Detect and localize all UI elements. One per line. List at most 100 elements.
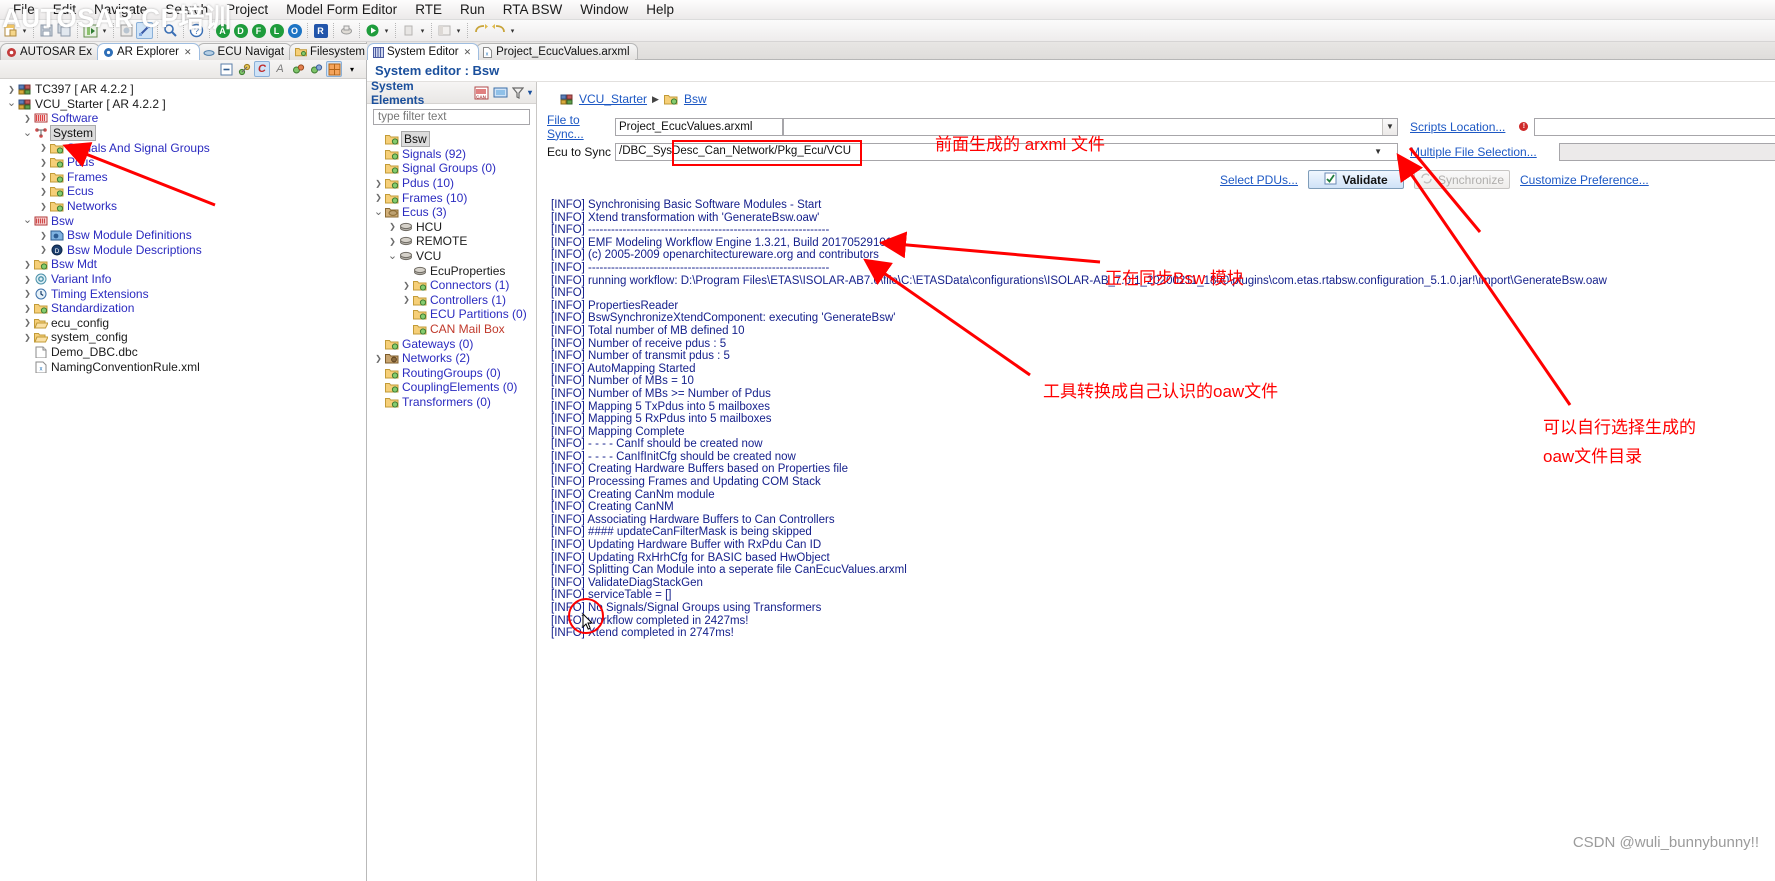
grid-icon[interactable] (326, 61, 342, 77)
scripts-location-link[interactable]: Scripts Location... (1410, 120, 1505, 134)
filter-input[interactable]: type filter text (373, 109, 530, 125)
tree-item[interactable]: ⌄System (0, 126, 366, 141)
tree-item[interactable]: ❯Frames (0, 170, 366, 185)
chevron-down-icon[interactable]: ▼ (1382, 119, 1397, 135)
tab-ecu-navigat[interactable]: ECU Navigat (197, 43, 292, 60)
search-icon[interactable] (162, 22, 179, 39)
nav-dropdown-arrow[interactable]: ▾ (508, 27, 517, 35)
chevron-down-icon[interactable]: ⌄ (22, 129, 33, 138)
profile-icon[interactable] (400, 22, 417, 39)
tree-item[interactable]: ❯Frames (10) (371, 190, 536, 205)
tree-item[interactable]: CAN Mail Box (371, 322, 536, 337)
view-menu-arrow-icon[interactable]: ▾ (344, 61, 360, 77)
breadcrumb-link-bsw[interactable]: Bsw (684, 92, 707, 106)
ar-explorer-tree[interactable]: ❯TC397 [ AR 4.2.2 ]⌄VCU_Starter [ AR 4.2… (0, 79, 366, 881)
menu-item-window[interactable]: Window (571, 0, 637, 19)
explorer-view-toolbar[interactable]: C A ▾ (0, 60, 366, 79)
tree-item[interactable]: ⌄Ecus (3) (371, 205, 536, 220)
monitor-icon[interactable] (493, 86, 508, 100)
can-icon[interactable]: CAN (474, 86, 489, 100)
chevron-right-icon[interactable]: ❯ (38, 245, 49, 254)
chevron-right-icon[interactable]: ❯ (387, 237, 398, 246)
chevron-right-icon[interactable]: ❯ (22, 260, 33, 269)
chevron-right-icon[interactable]: ❯ (38, 202, 49, 211)
tree-item[interactable]: ❯Timing Extensions (0, 286, 366, 301)
chevron-right-icon[interactable]: ❯ (22, 275, 33, 284)
tree-item[interactable]: ❯Signals And Signal Groups (0, 140, 366, 155)
chevron-right-icon[interactable]: ❯ (38, 187, 49, 196)
l-module-icon[interactable]: L (268, 22, 285, 39)
tab-autosar-ex[interactable]: AUTOSAR Ex (0, 43, 100, 60)
chevron-right-icon[interactable]: ❯ (373, 179, 384, 188)
new-icon[interactable] (2, 22, 19, 39)
menu-item-rta-bsw[interactable]: RTA BSW (494, 0, 572, 19)
tree-item[interactable]: Gateways (0) (371, 336, 536, 351)
chevron-right-icon[interactable]: ❯ (38, 231, 49, 240)
chevron-down-icon[interactable]: ⌄ (6, 99, 17, 108)
help-icon[interactable]: ? (188, 22, 205, 39)
tree-item[interactable]: Transformers (0) (371, 395, 536, 410)
a-module-icon[interactable]: A (214, 22, 231, 39)
multiple-file-selection-link[interactable]: Multiple File Selection... (1410, 145, 1537, 159)
save-icon[interactable] (38, 22, 55, 39)
validate-button[interactable]: Validate (1308, 170, 1404, 189)
f-module-icon[interactable]: F (250, 22, 267, 39)
select-pdus-link[interactable]: Select PDUs... (1220, 173, 1298, 187)
tree-item[interactable]: ❯Bsw Mdt (0, 257, 366, 272)
tree-item[interactable]: xNamingConventionRule.xml (0, 359, 366, 374)
chevron-right-icon[interactable]: ❯ (373, 354, 384, 363)
tree-item[interactable]: ❯ecu_config (0, 316, 366, 331)
tree-item[interactable]: ⌄VCU (371, 249, 536, 264)
chevron-down-icon[interactable]: ⌄ (387, 252, 398, 261)
chevron-down-icon[interactable]: ⌄ (373, 208, 384, 217)
editor-tab-strip[interactable]: System Editor✕xProject_EcucValues.arxml▁… (367, 42, 1775, 60)
menu-item-edit[interactable]: Edit (44, 0, 85, 19)
chevron-down-icon[interactable]: ▼ (1374, 144, 1382, 160)
tree-item[interactable]: ❯REMOTE (371, 234, 536, 249)
o-module-icon[interactable]: O (286, 22, 303, 39)
close-icon[interactable]: ✕ (184, 47, 192, 58)
tree-item[interactable]: CouplingElements (0) (371, 380, 536, 395)
link-editor-icon[interactable] (136, 22, 153, 39)
tree-item[interactable]: ❯Ecus (0, 184, 366, 199)
ecu-extract-icon[interactable] (338, 22, 355, 39)
chevron-down-icon[interactable]: ⌄ (22, 216, 33, 225)
tree-item[interactable]: RoutingGroups (0) (371, 366, 536, 381)
tab-ar-explorer[interactable]: AR Explorer✕ (97, 43, 200, 60)
run-dropdown-arrow[interactable]: ▾ (382, 27, 391, 35)
breadcrumb[interactable]: VCU_Starter▶Bsw (559, 92, 1775, 106)
tree-item[interactable]: ❯system_config (0, 330, 366, 345)
chevron-right-icon[interactable]: ❯ (22, 318, 33, 327)
menu-item-run[interactable]: Run (451, 0, 494, 19)
left-tab-strip[interactable]: AUTOSAR ExAR Explorer✕ECU NavigatFilesys… (0, 42, 366, 60)
tree-item[interactable]: ❯Bsw Module Definitions (0, 228, 366, 243)
breadcrumb-link-vcu_starter[interactable]: VCU_Starter (579, 92, 647, 106)
a-filter-icon[interactable]: A (272, 61, 288, 77)
tree-item[interactable]: ❯Software (0, 111, 366, 126)
tree-item[interactable]: ❯Networks (0, 199, 366, 214)
chevron-right-icon[interactable]: ❯ (38, 172, 49, 181)
menu-bar[interactable]: FileEditNavigateSearchProjectModel Form … (0, 0, 1775, 20)
system-elements-tree[interactable]: BswSignals (92)Signal Groups (0)❯Pdus (1… (367, 129, 536, 881)
new-dropdown-arrow[interactable]: ▾ (20, 27, 29, 35)
tree-item[interactable]: ❯HCU (371, 220, 536, 235)
tree-item[interactable]: ❯DBsw Module Descriptions (0, 243, 366, 258)
save-all-icon[interactable] (56, 22, 73, 39)
debug-icon[interactable] (118, 22, 135, 39)
tree-item[interactable]: Bsw (371, 132, 536, 147)
build-icon[interactable] (82, 22, 99, 39)
c-filter-icon[interactable]: C (254, 61, 270, 77)
package2-filter-icon[interactable] (308, 61, 324, 77)
tree-item[interactable]: ❯Variant Info (0, 272, 366, 287)
tree-item[interactable]: EcuProperties (371, 263, 536, 278)
chevron-right-icon[interactable]: ❯ (6, 85, 17, 94)
chevron-right-icon[interactable]: ❯ (373, 193, 384, 202)
tab-project-ecucvalues-arxml[interactable]: xProject_EcucValues.arxml (476, 43, 637, 60)
tree-item[interactable]: ❯Controllers (1) (371, 293, 536, 308)
tree-item[interactable]: ❯Pdus (10) (371, 176, 536, 191)
scripts-location-input[interactable] (1534, 118, 1775, 136)
tree-item[interactable]: ⌄VCU_Starter [ AR 4.2.2 ] (0, 97, 366, 112)
collapse-all-icon[interactable] (218, 61, 234, 77)
build-dropdown-arrow[interactable]: ▾ (100, 27, 109, 35)
perspective-icon[interactable] (436, 22, 453, 39)
